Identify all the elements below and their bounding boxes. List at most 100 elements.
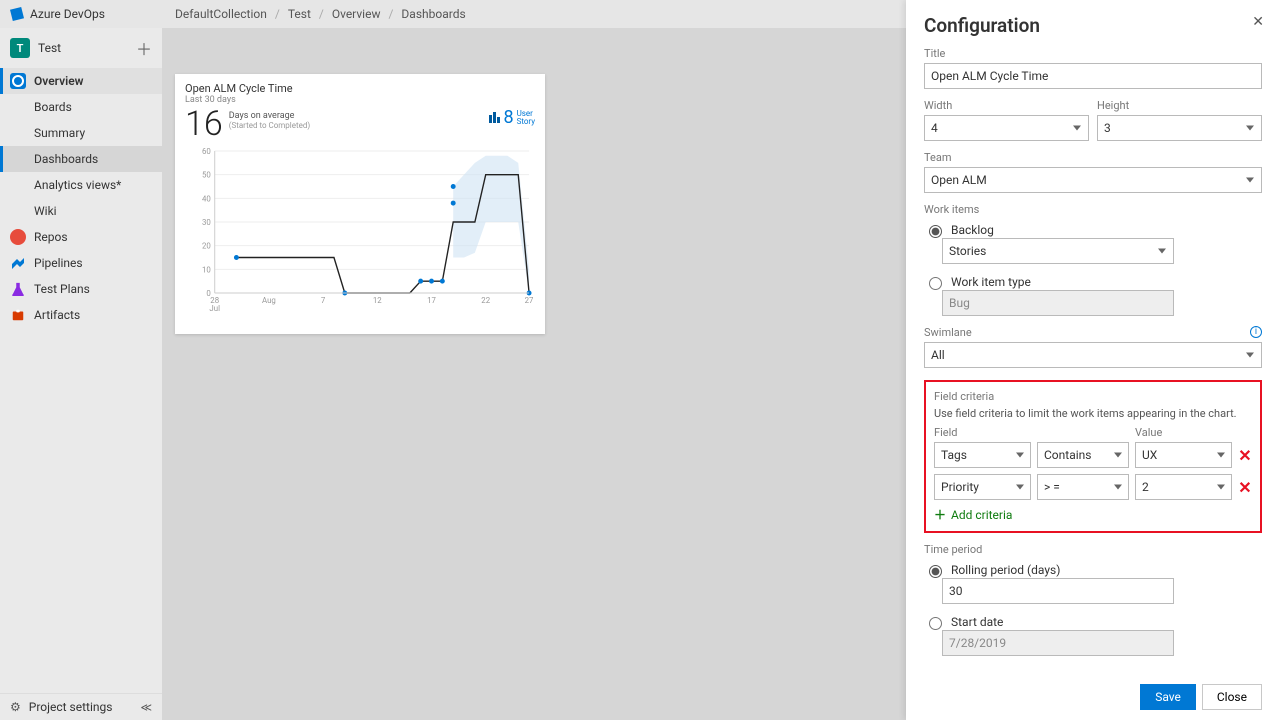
label-title: Title: [924, 47, 1262, 60]
nav-dashboards[interactable]: Dashboards: [0, 146, 162, 172]
svg-text:Jul: Jul: [209, 304, 220, 313]
plus-icon: ＋: [934, 506, 946, 523]
brand-text: Azure DevOps: [30, 7, 105, 21]
panel-footer: Save Close: [1140, 684, 1262, 710]
svg-text:27: 27: [525, 296, 533, 305]
azure-devops-logo-icon: [10, 7, 24, 21]
label-width: Width: [924, 99, 1089, 112]
add-criteria-button[interactable]: ＋ Add criteria: [934, 506, 1252, 523]
radio-work-item-type[interactable]: [929, 277, 942, 290]
svg-text:Aug: Aug: [262, 296, 276, 305]
widget-avg-text: Days on average (Started to Completed): [229, 107, 310, 130]
chart-svg: 010203040506028JulAug712172227: [199, 147, 533, 317]
label-height: Height: [1097, 99, 1262, 112]
svg-text:30: 30: [202, 218, 211, 227]
legend-bars-icon: [489, 112, 500, 123]
breadcrumb: DefaultCollection/ Test/ Overview/ Dashb…: [175, 7, 466, 21]
panel-title: Configuration: [924, 14, 1262, 37]
brand-area[interactable]: Azure DevOps: [10, 7, 175, 21]
label-workitems: Work items: [924, 203, 1262, 216]
label-swimlane: Swimlanei: [924, 326, 1262, 339]
sidebar: T Test ＋ Overview Boards Summary Dashboa…: [0, 28, 163, 720]
artifacts-icon: [10, 307, 26, 323]
pipelines-icon: [10, 255, 26, 271]
radio-rolling-row[interactable]: Rolling period (days): [924, 562, 1262, 578]
breadcrumb-item[interactable]: DefaultCollection: [175, 7, 267, 21]
breadcrumb-item[interactable]: Overview: [332, 7, 381, 21]
criteria-value-select[interactable]: 2: [1135, 474, 1232, 500]
svg-text:60: 60: [202, 147, 211, 156]
svg-text:22: 22: [481, 296, 490, 305]
criteria-field-select[interactable]: Tags: [934, 442, 1031, 468]
project-name: Test: [38, 41, 61, 55]
width-select[interactable]: [924, 115, 1089, 141]
nav-analytics-views[interactable]: Analytics views*: [0, 172, 162, 198]
criteria-row: TagsContainsUX ✕: [934, 442, 1252, 468]
project-avatar: T: [10, 38, 30, 58]
sidebar-footer: ⚙ Project settings ≪: [0, 693, 162, 720]
gear-icon[interactable]: ⚙: [10, 700, 21, 714]
nav-wiki[interactable]: Wiki: [0, 198, 162, 224]
criteria-field-select[interactable]: Priority: [934, 474, 1031, 500]
svg-text:50: 50: [202, 171, 211, 180]
add-icon[interactable]: ＋: [136, 36, 152, 60]
title-input[interactable]: [924, 63, 1262, 89]
nav-summary[interactable]: Summary: [0, 120, 162, 146]
breadcrumb-item[interactable]: Dashboards: [401, 7, 465, 21]
svg-text:12: 12: [373, 296, 382, 305]
criteria-value-select[interactable]: UX: [1135, 442, 1232, 468]
configuration-panel: ✕ Configuration Title Width Height Team …: [906, 0, 1280, 720]
legend-count: 8: [503, 107, 513, 128]
test-plans-icon: [10, 281, 26, 297]
criteria-op-select[interactable]: Contains: [1037, 442, 1129, 468]
radio-rolling[interactable]: [929, 565, 942, 578]
info-icon[interactable]: i: [1250, 326, 1262, 338]
radio-startdate-row[interactable]: Start date: [924, 614, 1262, 630]
nav-overview[interactable]: Overview: [0, 68, 162, 94]
close-icon[interactable]: ✕: [1252, 14, 1264, 30]
save-button[interactable]: Save: [1140, 684, 1196, 710]
cycle-time-widget[interactable]: Open ALM Cycle Time Last 30 days 16 Days…: [175, 74, 545, 334]
remove-criteria-icon[interactable]: ✕: [1238, 446, 1252, 465]
nav-artifacts[interactable]: Artifacts: [0, 302, 162, 328]
radio-backlog[interactable]: [929, 225, 942, 238]
startdate-input: [942, 630, 1174, 656]
rolling-days-input[interactable]: [942, 578, 1174, 604]
close-button[interactable]: Close: [1202, 684, 1262, 710]
radio-wit-row[interactable]: Work item type: [924, 274, 1262, 290]
collapse-icon[interactable]: ≪: [140, 701, 152, 714]
nav-pipelines[interactable]: Pipelines: [0, 250, 162, 276]
nav-test-plans[interactable]: Test Plans: [0, 276, 162, 302]
criteria-description: Use field criteria to limit the work ite…: [934, 407, 1252, 420]
nav-repos[interactable]: Repos: [0, 224, 162, 250]
field-criteria-section: Field criteria Use field criteria to lim…: [924, 380, 1262, 533]
criteria-row: Priority> =2 ✕: [934, 474, 1252, 500]
wit-select: [942, 290, 1174, 316]
radio-backlog-row[interactable]: Backlog: [924, 222, 1262, 238]
radio-start-date[interactable]: [929, 617, 942, 630]
nav-boards[interactable]: Boards: [0, 94, 162, 120]
widget-legend: 8 UserStory: [489, 107, 535, 128]
project-header[interactable]: T Test ＋: [0, 28, 162, 68]
label-time-period: Time period: [924, 543, 1262, 556]
criteria-op-select[interactable]: > =: [1037, 474, 1129, 500]
label-criteria: Field criteria: [934, 390, 1252, 403]
repos-icon: [10, 229, 26, 245]
svg-text:10: 10: [202, 265, 211, 274]
height-select[interactable]: [1097, 115, 1262, 141]
widget-title: Open ALM Cycle Time: [185, 82, 535, 95]
overview-icon: [10, 73, 26, 89]
breadcrumb-item[interactable]: Test: [288, 7, 311, 21]
remove-criteria-icon[interactable]: ✕: [1238, 478, 1252, 497]
widget-big-number: 16: [185, 107, 223, 141]
svg-text:40: 40: [202, 194, 211, 203]
swimlane-select[interactable]: [924, 342, 1262, 368]
svg-text:20: 20: [202, 242, 211, 251]
svg-text:7: 7: [321, 296, 326, 305]
widget-subtitle: Last 30 days: [185, 95, 535, 105]
project-settings-link[interactable]: Project settings: [29, 700, 113, 714]
team-select[interactable]: [924, 167, 1262, 193]
chart-plot: 010203040506028JulAug712172227: [199, 147, 533, 317]
backlog-select[interactable]: [942, 238, 1174, 264]
svg-text:17: 17: [427, 296, 436, 305]
